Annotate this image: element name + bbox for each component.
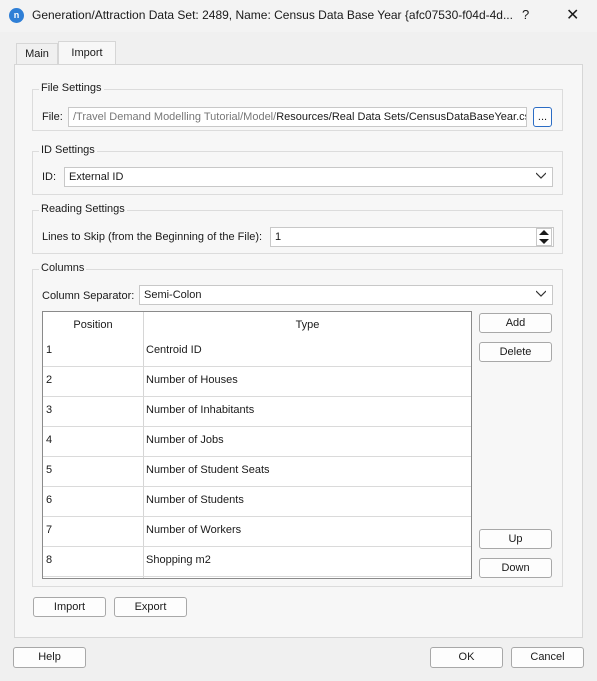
lines-to-skip-label: Lines to Skip (from the Beginning of the… bbox=[42, 231, 263, 243]
row-type: Centroid ID bbox=[146, 344, 202, 356]
group-title-columns: Columns bbox=[39, 262, 87, 274]
row-position: 5 bbox=[46, 464, 53, 476]
group-title-id-settings: ID Settings bbox=[39, 144, 97, 156]
spin-stepper[interactable] bbox=[536, 228, 552, 246]
help-icon[interactable]: ? bbox=[522, 7, 529, 22]
row-position: 3 bbox=[46, 404, 53, 416]
table-row[interactable]: 6 Number of Students bbox=[43, 487, 471, 517]
row-type: Number of Houses bbox=[146, 374, 238, 386]
cancel-button[interactable]: Cancel bbox=[511, 647, 584, 668]
row-type: Number of Jobs bbox=[146, 434, 224, 446]
file-path-prefix: /Travel Demand Modelling Tutorial/Model/ bbox=[73, 111, 277, 123]
column-separator-label: Column Separator: bbox=[42, 290, 135, 302]
row-type: Number of Workers bbox=[146, 524, 242, 536]
tab-import[interactable]: Import bbox=[58, 41, 116, 65]
table-row[interactable]: 8 Shopping m2 bbox=[43, 547, 471, 577]
import-button[interactable]: Import bbox=[33, 597, 106, 617]
up-button[interactable]: Up bbox=[479, 529, 552, 549]
file-label: File: bbox=[42, 111, 63, 123]
row-position: 1 bbox=[46, 344, 53, 356]
table-row[interactable]: 7 Number of Workers bbox=[43, 517, 471, 547]
row-type: Number of Students bbox=[146, 494, 244, 506]
table-row[interactable]: 5 Number of Student Seats bbox=[43, 457, 471, 487]
help-button[interactable]: Help bbox=[13, 647, 86, 668]
column-separator-select[interactable]: Semi-Colon bbox=[139, 285, 553, 305]
table-row[interactable]: 1 Centroid ID bbox=[43, 337, 471, 367]
column-separator-value: Semi-Colon bbox=[144, 289, 202, 301]
id-select[interactable]: External ID bbox=[64, 167, 553, 187]
row-position: 2 bbox=[46, 374, 53, 386]
id-label: ID: bbox=[42, 171, 57, 183]
ok-button[interactable]: OK bbox=[430, 647, 503, 668]
id-select-value: External ID bbox=[69, 171, 124, 183]
table-row[interactable]: 2 Number of Houses bbox=[43, 367, 471, 397]
window-title: Generation/Attraction Data Set: 2489, Na… bbox=[32, 8, 513, 22]
table-row[interactable]: 3 Number of Inhabitants bbox=[43, 397, 471, 427]
file-path-field[interactable]: /Travel Demand Modelling Tutorial/Model/… bbox=[68, 107, 527, 127]
columns-table[interactable]: Position Type 1 Centroid ID 2 Number of … bbox=[42, 311, 472, 579]
group-title-file-settings: File Settings bbox=[39, 82, 104, 94]
row-position: 6 bbox=[46, 494, 53, 506]
header-type[interactable]: Type bbox=[144, 312, 471, 338]
file-path-suffix: Resources/Real Data Sets/CensusDataBaseY… bbox=[276, 111, 527, 123]
add-button[interactable]: Add bbox=[479, 313, 552, 333]
down-button[interactable]: Down bbox=[479, 558, 552, 578]
row-type: Shopping m2 bbox=[146, 554, 211, 566]
row-type: Number of Student Seats bbox=[146, 464, 270, 476]
browse-button[interactable]: ... bbox=[533, 107, 552, 127]
lines-to-skip-input[interactable]: 1 bbox=[270, 227, 554, 247]
chevron-down-icon bbox=[536, 172, 546, 179]
group-title-reading-settings: Reading Settings bbox=[39, 203, 127, 215]
chevron-down-icon bbox=[536, 290, 546, 297]
row-position: 8 bbox=[46, 554, 53, 566]
row-position: 4 bbox=[46, 434, 53, 446]
delete-button[interactable]: Delete bbox=[479, 342, 552, 362]
header-position[interactable]: Position bbox=[43, 312, 143, 338]
row-position: 7 bbox=[46, 524, 53, 536]
app-icon: n bbox=[9, 8, 24, 23]
tab-main[interactable]: Main bbox=[16, 43, 58, 65]
title-bar: n Generation/Attraction Data Set: 2489, … bbox=[0, 0, 597, 32]
row-type: Number of Inhabitants bbox=[146, 404, 255, 416]
close-icon[interactable]: ✕ bbox=[566, 5, 579, 25]
export-button[interactable]: Export bbox=[114, 597, 187, 617]
table-row[interactable]: 4 Number of Jobs bbox=[43, 427, 471, 457]
